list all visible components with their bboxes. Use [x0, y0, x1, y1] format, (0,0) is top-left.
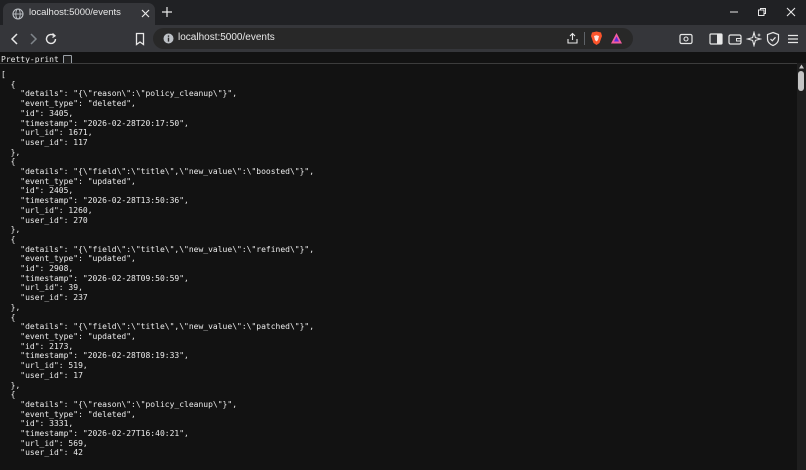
minimize-icon — [730, 11, 738, 13]
restore-button[interactable] — [753, 4, 771, 20]
site-info-icon[interactable] — [163, 33, 174, 44]
close-tab-icon[interactable] — [140, 8, 151, 19]
viewer-divider — [0, 63, 797, 64]
new-tab-icon[interactable] — [161, 6, 173, 18]
reload-icon[interactable] — [43, 31, 59, 47]
tab-title: localhost:5000/events — [29, 7, 121, 18]
omnibox-divider — [584, 32, 585, 45]
close-window-button[interactable] — [782, 4, 800, 20]
menu-icon[interactable] — [785, 31, 801, 47]
sidebar-icon[interactable] — [708, 31, 724, 47]
browser-toolbar: localhost:5000/events — [0, 25, 806, 52]
scrollbar-thumb[interactable] — [798, 71, 804, 91]
vertical-scrollbar[interactable] — [797, 63, 806, 470]
bookmark-icon[interactable] — [132, 31, 148, 47]
wallet-icon[interactable] — [727, 31, 743, 47]
tab-strip: localhost:5000/events — [0, 0, 806, 25]
screenshot-icon[interactable] — [678, 31, 694, 47]
close-icon — [786, 7, 796, 17]
scroll-up-arrow-icon[interactable] — [799, 64, 804, 69]
json-body: [ { "details": "{\"reason\":\"policy_cle… — [1, 70, 315, 458]
restore-icon — [758, 8, 766, 16]
back-icon[interactable] — [7, 31, 23, 47]
brave-shields-icon[interactable] — [590, 31, 603, 46]
address-bar[interactable]: localhost:5000/events — [153, 28, 633, 49]
tab-localhost-events[interactable]: localhost:5000/events — [3, 3, 155, 25]
forward-icon[interactable] — [25, 31, 41, 47]
vpn-shield-icon[interactable] — [765, 31, 781, 47]
leo-ai-icon[interactable] — [746, 31, 762, 47]
url-text: localhost:5000/events — [178, 32, 275, 43]
globe-icon — [12, 8, 24, 20]
minimize-button[interactable] — [725, 4, 743, 20]
share-icon[interactable] — [566, 32, 579, 45]
brave-rewards-icon[interactable] — [610, 32, 623, 45]
